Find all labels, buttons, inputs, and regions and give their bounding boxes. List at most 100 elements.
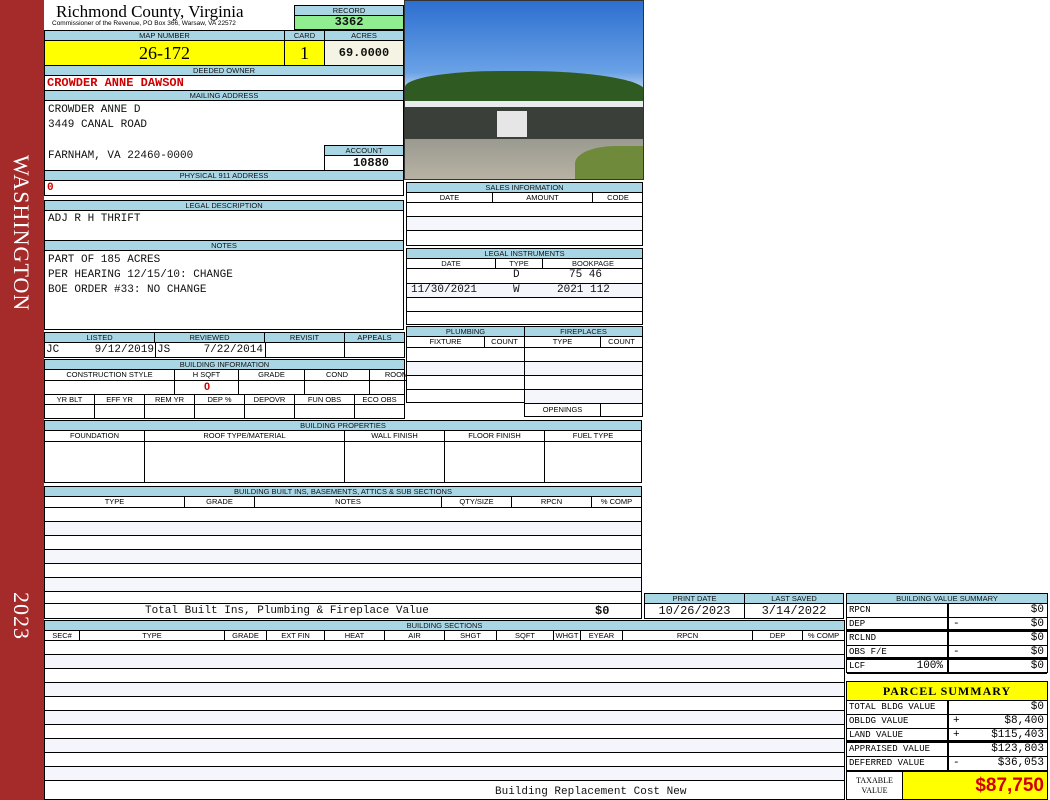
reviewed-by: JS [157, 344, 171, 356]
building-sections-table: Building Replacement Cost New SEC# TYPE GR… [44, 630, 845, 800]
summary-row-value: $0 [1030, 660, 1044, 672]
summary-row-operator: + [953, 729, 960, 741]
table-row [407, 203, 642, 217]
table-row [525, 348, 642, 362]
table-row [45, 564, 641, 578]
col-count: COUNT [601, 337, 642, 348]
col-type: TYPE [495, 259, 543, 269]
column-divider [94, 405, 95, 419]
table-row [45, 767, 844, 781]
appeals-label: APPEALS [344, 332, 405, 343]
column-header: QTY/SIZE [442, 497, 512, 508]
table-row [45, 669, 844, 683]
summary-row-operator: + [953, 715, 960, 727]
building-properties-table: FOUNDATION ROOF TYPE/MATERIAL WALL FINISH F… [44, 430, 642, 483]
record-number: 3362 [294, 15, 404, 30]
column-divider [947, 715, 949, 728]
built-ins-total-row: Total Built Ins, Plumbing & Fireplace Va… [44, 603, 642, 619]
county-subtitle: Commissioner of the Revenue, PO Box 366,… [52, 20, 236, 27]
table-row [45, 697, 844, 711]
revisit-label: REVISIT [264, 332, 345, 343]
instrument-bookpage: 75 46 [569, 269, 603, 281]
column-header: EYEAR [581, 631, 623, 641]
column-header: % COMP [803, 631, 844, 641]
instrument-date: 11/30/2021 [411, 284, 478, 296]
note-line: PER HEARING 12/15/10: CHANGE [48, 269, 233, 281]
column-divider [947, 604, 949, 617]
photo-shed-door [497, 111, 527, 137]
listed-value: JC 9/12/2019 [46, 343, 156, 358]
summary-row: TOTAL BLDG VALUE $0 [847, 701, 1047, 715]
column-header: FOUNDATION [45, 431, 145, 442]
property-photo [404, 0, 644, 180]
column-header: WALL FINISH [345, 431, 445, 442]
column-header: H SQFT [175, 370, 239, 381]
table-row [45, 550, 641, 564]
listed-date: 9/12/2019 [94, 344, 154, 356]
table-row: 11/30/2021 W 2021 112 [407, 284, 642, 298]
table-row [525, 376, 642, 390]
hsqft-value: 0 [203, 381, 211, 393]
summary-row-value: $0 [1030, 618, 1044, 630]
reviewed-value: JS 7/22/2014 [155, 343, 265, 358]
table-row [45, 508, 641, 522]
note-line: PART OF 185 ACRES [48, 254, 161, 266]
col-date: DATE [407, 193, 493, 203]
summary-row-value: $0 [1030, 701, 1044, 713]
column-divider [294, 405, 295, 419]
column-divider [947, 632, 949, 645]
parcel-summary: TOTAL BLDG VALUE $0 OBLDG VALUE + $8,400 LAND… [846, 700, 1048, 772]
column-header: FUN OBS [295, 395, 355, 405]
summary-row-operator: - [953, 757, 960, 769]
column-header: CONSTRUCTION STYLE [45, 370, 175, 381]
table-row [45, 641, 844, 655]
summary-row-label: OBS F/E [849, 647, 887, 657]
column-divider [369, 381, 370, 394]
col-fixture: FIXTURE [407, 337, 485, 348]
table-row [45, 536, 641, 550]
summary-row-operator: - [953, 646, 960, 658]
built-ins-total-value: $0 [595, 604, 610, 618]
legal-instruments-table: DATE TYPE BOOKPAGE D 75 46 11/30/2021 W … [406, 258, 643, 325]
summary-row: DEFERRED VALUE - $36,053 [847, 757, 1047, 771]
column-header: AIR [385, 631, 445, 641]
summary-row-label: DEFERRED VALUE [849, 758, 925, 768]
column-header: RPCN [623, 631, 753, 641]
summary-row: LAND VALUE + $115,403 [847, 729, 1047, 743]
note-line: BOE ORDER #33: NO CHANGE [48, 284, 207, 296]
acres-value: 69.0000 [324, 40, 404, 66]
table-row [45, 711, 844, 725]
deeded-owner: CROWDER ANNE DAWSON [44, 75, 404, 91]
county-sidebar: WASHINGTON 2023 [0, 0, 44, 800]
lcf-percent: 100% [916, 660, 943, 672]
listed-label: LISTED [44, 332, 155, 343]
photo-grass [575, 146, 643, 179]
column-header: REM YR [145, 395, 195, 405]
parcel-summary-label: PARCEL SUMMARY [846, 681, 1048, 701]
column-header: ROOF TYPE/MATERIAL [145, 431, 345, 442]
sales-table: DATE AMOUNT CODE [406, 192, 643, 246]
column-divider [144, 405, 145, 419]
year-label: 2023 [9, 592, 34, 640]
column-header: FUEL TYPE [545, 431, 641, 442]
column-header: YR BLT [45, 395, 95, 405]
account-number: 10880 [324, 155, 404, 171]
summary-row-label: APPRAISED VALUE [849, 744, 931, 754]
column-divider [304, 381, 305, 394]
column-divider [947, 743, 949, 756]
col-amount: AMOUNT [493, 193, 593, 203]
replacement-cost-label: Building Replacement Cost New [495, 786, 687, 798]
table-row [407, 362, 524, 376]
column-header: DEP [753, 631, 803, 641]
table-row [45, 578, 641, 592]
column-divider [354, 405, 355, 419]
legal-description: ADJ R H THRIFT [44, 210, 404, 241]
column-header: COND [305, 370, 370, 381]
table-row [525, 362, 642, 376]
column-divider [947, 701, 949, 714]
table-row [407, 376, 524, 390]
table-row [407, 298, 642, 312]
col-code: CODE [593, 193, 643, 203]
instrument-bookpage: 2021 112 [557, 284, 610, 296]
column-divider [244, 405, 245, 419]
